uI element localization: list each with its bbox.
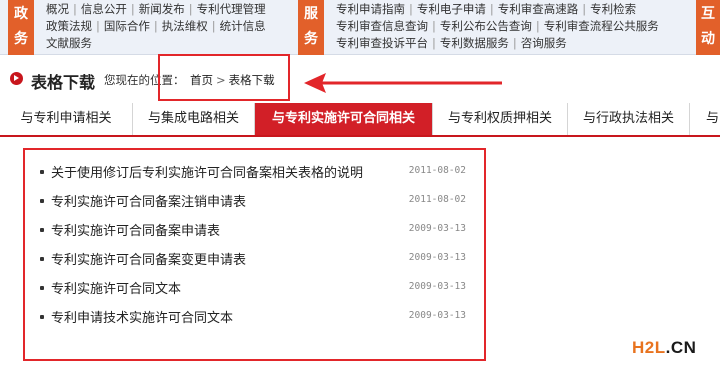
nav-category-interaction[interactable]: 互 动: [696, 0, 720, 55]
list-item: 专利申请技术实施许可合同文本 2009-03-13: [40, 307, 472, 336]
tab-administrative-enforcement[interactable]: 与行政执法相关: [568, 103, 690, 135]
nav-link-row: 专利审查信息查询 | 专利公布公告查询 | 专利审查流程公共服务: [336, 18, 659, 35]
nav-link[interactable]: 专利检索: [590, 2, 636, 16]
bullet-icon: [40, 286, 44, 290]
tab-patent-pledge[interactable]: 与专利权质押相关: [433, 103, 568, 135]
nav-separator: |: [432, 19, 436, 33]
nav-government-links: 概况 | 信息公开 | 新闻发布 | 专利代理管理 政策法规 | 国际合作 | 执法维权 | 统计信息 文献…: [46, 1, 266, 52]
nav-link[interactable]: 政策法规: [46, 19, 92, 33]
tab-more[interactable]: 与: [690, 103, 720, 135]
nav-link[interactable]: 文献服务: [46, 36, 92, 50]
nav-link[interactable]: 专利审查投诉平台: [336, 36, 428, 50]
nav-link[interactable]: 专利审查信息查询: [336, 19, 428, 33]
nav-category-char: 务: [14, 31, 28, 47]
red-circle-arrow-icon: [10, 72, 23, 85]
bullet-icon: [40, 199, 44, 203]
document-date: 2011-08-02: [408, 194, 466, 205]
nav-separator: |: [188, 2, 193, 16]
category-tabs: 与专利申请相关 与集成电路相关 与专利实施许可合同相关 与专利权质押相关 与行政…: [0, 103, 720, 137]
nav-separator: |: [489, 2, 494, 16]
annotation-arrow-icon: [304, 73, 502, 93]
breadcrumb-annotation-box: [158, 54, 290, 101]
document-date: 2009-03-13: [408, 281, 466, 292]
nav-link[interactable]: 概况: [46, 2, 69, 16]
nav-category-service[interactable]: 服 务: [298, 0, 324, 55]
nav-link[interactable]: 专利数据服务: [440, 36, 509, 50]
tab-patent-application[interactable]: 与专利申请相关: [0, 103, 133, 135]
nav-link[interactable]: 专利审查流程公共服务: [544, 19, 659, 33]
document-link[interactable]: 关于使用修订后专利实施许可合同备案相关表格的说明: [51, 162, 363, 181]
nav-separator: |: [582, 2, 587, 16]
nav-category-char: 政: [14, 6, 28, 22]
nav-category-char: 动: [701, 31, 715, 47]
document-date: 2009-03-13: [408, 223, 466, 234]
document-list: 关于使用修订后专利实施许可合同备案相关表格的说明 2011-08-02 专利实施许可…: [40, 162, 472, 336]
nav-separator: |: [153, 19, 158, 33]
nav-link-row: 概况 | 信息公开 | 新闻发布 | 专利代理管理: [46, 1, 266, 18]
nav-link[interactable]: 专利公布公告查询: [440, 19, 532, 33]
document-date: 2009-03-13: [408, 252, 466, 263]
nav-link[interactable]: 专利申请指南: [336, 2, 405, 16]
tab-patent-license-contract[interactable]: 与专利实施许可合同相关: [255, 103, 433, 135]
nav-link[interactable]: 信息公开: [81, 2, 127, 16]
nav-separator: |: [512, 36, 517, 50]
document-date: 2011-08-02: [408, 165, 466, 176]
bullet-icon: [40, 315, 44, 319]
nav-separator: |: [409, 2, 413, 16]
nav-separator: |: [73, 2, 77, 16]
nav-link[interactable]: 专利代理管理: [197, 2, 266, 16]
list-item: 专利实施许可合同备案变更申请表 2009-03-13: [40, 249, 472, 278]
nav-link[interactable]: 咨询服务: [521, 36, 567, 50]
document-link[interactable]: 专利申请技术实施许可合同文本: [51, 307, 233, 326]
nav-link[interactable]: 专利审查高速路: [498, 2, 579, 16]
nav-link[interactable]: 执法维权: [162, 19, 208, 33]
nav-link-row: 专利审查投诉平台 | 专利数据服务 | 咨询服务: [336, 35, 659, 52]
nav-separator: |: [211, 19, 216, 33]
nav-link[interactable]: 新闻发布: [139, 2, 185, 16]
nav-category-char: 务: [304, 31, 318, 47]
nav-link[interactable]: 专利电子申请: [417, 2, 486, 16]
top-nav: 政 务 概况 | 信息公开 | 新闻发布 | 专利代理管理 政策法规 | 国际合作 | 执法维权 | 统计…: [0, 0, 720, 55]
document-link[interactable]: 专利实施许可合同备案变更申请表: [51, 249, 246, 268]
nav-separator: |: [535, 19, 540, 33]
nav-link-row: 专利申请指南 | 专利电子申请 | 专利审查高速路 | 专利检索: [336, 1, 659, 18]
nav-separator: |: [130, 2, 135, 16]
nav-separator: |: [96, 19, 100, 33]
document-link[interactable]: 专利实施许可合同备案注销申请表: [51, 191, 246, 210]
list-item: 专利实施许可合同文本 2009-03-13: [40, 278, 472, 307]
nav-link[interactable]: 统计信息: [220, 19, 266, 33]
tab-integrated-circuit[interactable]: 与集成电路相关: [133, 103, 255, 135]
bullet-icon: [40, 257, 44, 261]
bullet-icon: [40, 228, 44, 232]
list-item: 专利实施许可合同备案申请表 2009-03-13: [40, 220, 472, 249]
nav-link-row: 政策法规 | 国际合作 | 执法维权 | 统计信息: [46, 18, 266, 35]
nav-link-row: 文献服务: [46, 35, 266, 52]
nav-category-government[interactable]: 政 务: [8, 0, 34, 55]
list-item: 专利实施许可合同备案注销申请表 2011-08-02: [40, 191, 472, 220]
nav-separator: |: [432, 36, 436, 50]
nav-service-links: 专利申请指南 | 专利电子申请 | 专利审查高速路 | 专利检索 专利审查信息查询 | 专利公布公…: [336, 1, 659, 52]
document-link[interactable]: 专利实施许可合同文本: [51, 278, 181, 297]
nav-category-char: 服: [304, 6, 318, 22]
nav-link[interactable]: 国际合作: [104, 19, 150, 33]
bullet-icon: [40, 170, 44, 174]
nav-category-char: 互: [701, 6, 715, 22]
document-date: 2009-03-13: [408, 310, 466, 321]
document-link[interactable]: 专利实施许可合同备案申请表: [51, 220, 220, 239]
watermark-logo: H2L.CN: [632, 338, 697, 357]
list-item: 关于使用修订后专利实施许可合同备案相关表格的说明 2011-08-02: [40, 162, 472, 191]
page-title: 表格下载: [31, 73, 96, 92]
